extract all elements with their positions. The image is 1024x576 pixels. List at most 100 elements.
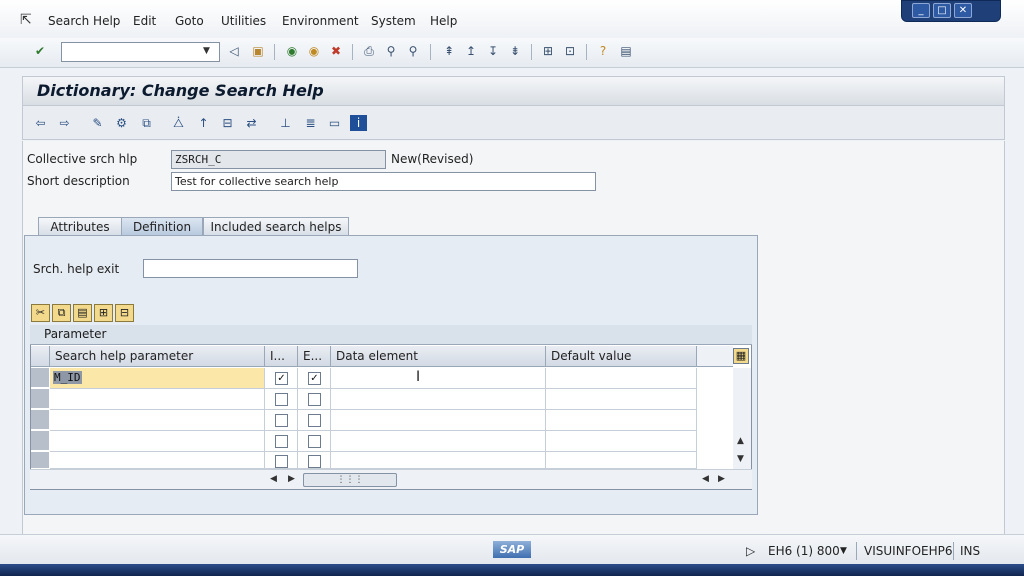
horizontal-scroll-thumb[interactable]: ⋮⋮⋮ — [303, 473, 397, 487]
exit-icon[interactable]: ◉ — [306, 43, 322, 59]
create-session-icon[interactable]: ⊞ — [540, 43, 556, 59]
scroll-right-icon[interactable]: ▶ — [718, 474, 725, 484]
play-icon[interactable]: ▷ — [746, 544, 755, 558]
display-object-icon[interactable]: ≣ — [302, 115, 319, 131]
help-icon[interactable]: ? — [595, 43, 611, 59]
row-selector[interactable] — [31, 410, 49, 430]
column-header-export[interactable]: E... — [298, 346, 331, 367]
tab-attributes[interactable]: Attributes — [38, 217, 122, 236]
data-element-cell[interactable] — [331, 368, 546, 389]
scroll-left-icon[interactable]: ◀ — [702, 474, 709, 484]
default-value-cell[interactable] — [546, 452, 697, 469]
paste-icon[interactable]: ▤ — [73, 304, 92, 322]
scroll-right-icon[interactable]: ▶ — [288, 474, 295, 484]
scroll-down-icon[interactable]: ▼ — [737, 454, 744, 464]
cancel-icon[interactable]: ✖ — [328, 43, 344, 59]
export-checkbox[interactable] — [308, 435, 321, 448]
menu-utilities[interactable]: Utilities — [221, 14, 266, 28]
find-next-icon[interactable]: ⚲ — [405, 43, 421, 59]
row-selector[interactable] — [31, 368, 49, 388]
export-checkbox[interactable] — [308, 393, 321, 406]
where-used-icon[interactable]: ⧊ — [170, 115, 187, 131]
display-change-icon[interactable]: ✎ — [89, 115, 106, 131]
import-checkbox[interactable] — [275, 435, 288, 448]
tab-included-search-helps[interactable]: Included search helps — [203, 217, 349, 236]
export-checkbox[interactable]: ✓ — [308, 372, 321, 385]
data-element-cell[interactable] — [331, 452, 546, 469]
vertical-scrollbar[interactable]: ▲ ▼ — [733, 368, 751, 469]
copy-icon[interactable]: ⧉ — [52, 304, 71, 322]
data-element-cell[interactable] — [331, 410, 546, 431]
menu-search-help[interactable]: Search Help — [48, 14, 120, 28]
parameter-cell[interactable] — [50, 452, 265, 469]
navigate-icon[interactable]: ⇄ — [243, 115, 260, 131]
default-value-cell[interactable] — [546, 410, 697, 431]
cut-icon[interactable]: ✂ — [31, 304, 50, 322]
default-value-cell[interactable] — [546, 431, 697, 452]
row-selector[interactable] — [31, 431, 49, 451]
save-icon[interactable]: ▣ — [250, 43, 266, 59]
menu-goto[interactable]: Goto — [175, 14, 204, 28]
maximize-icon[interactable]: □ — [933, 3, 951, 18]
delete-row-icon[interactable]: ⊟ — [115, 304, 134, 322]
back-triangle-icon[interactable]: ◁ — [226, 43, 242, 59]
menu-exit-icon[interactable]: ⇱ — [20, 12, 32, 28]
menu-edit[interactable]: Edit — [133, 14, 156, 28]
next-page-icon[interactable]: ↧ — [485, 43, 501, 59]
enter-check-icon[interactable]: ✔ — [32, 43, 48, 59]
menu-environment[interactable]: Environment — [282, 14, 359, 28]
object-list-icon[interactable]: ⊟ — [219, 115, 236, 131]
tab-definition[interactable]: Definition — [121, 217, 203, 236]
test-icon[interactable]: ↑ — [195, 115, 212, 131]
command-field[interactable] — [61, 42, 220, 62]
check-icon[interactable]: ⚙ — [113, 115, 130, 131]
close-icon[interactable]: ✕ — [954, 3, 972, 18]
data-element-cell[interactable] — [331, 389, 546, 410]
column-header-data-element[interactable]: Data element — [331, 346, 546, 367]
default-value-cell[interactable] — [546, 368, 697, 389]
previous-object-icon[interactable]: ⇦ — [32, 115, 49, 131]
parameter-cell[interactable] — [50, 431, 265, 452]
previous-page-icon[interactable]: ↥ — [463, 43, 479, 59]
column-header-import[interactable]: I... — [265, 346, 298, 367]
data-element-cell[interactable] — [331, 431, 546, 452]
back-icon[interactable]: ◉ — [284, 43, 300, 59]
shortcut-icon[interactable]: ⊡ — [562, 43, 578, 59]
minimize-icon[interactable]: _ — [912, 3, 930, 18]
parameter-cell[interactable]: M_ID — [50, 368, 265, 389]
first-page-icon[interactable]: ⇞ — [441, 43, 457, 59]
technical-settings-icon[interactable]: ▭ — [326, 115, 343, 131]
activate-icon[interactable]: ⧉ — [138, 115, 155, 131]
chevron-down-icon[interactable]: ▼ — [203, 46, 210, 56]
insert-row-icon[interactable]: ⊞ — [94, 304, 113, 322]
print-icon[interactable]: ⎙ — [361, 43, 377, 59]
import-checkbox[interactable] — [275, 393, 288, 406]
info-icon[interactable]: i — [350, 115, 367, 131]
row-selector[interactable] — [31, 389, 49, 409]
column-header-default-value[interactable]: Default value — [546, 346, 697, 367]
scroll-left-icon[interactable]: ◀ — [270, 474, 277, 484]
row-selector[interactable] — [31, 452, 49, 469]
export-checkbox[interactable] — [308, 414, 321, 427]
import-checkbox[interactable] — [275, 414, 288, 427]
scroll-up-icon[interactable]: ▲ — [737, 436, 744, 446]
menu-help[interactable]: Help — [430, 14, 457, 28]
customize-layout-icon[interactable]: ▤ — [618, 43, 634, 59]
export-checkbox[interactable] — [308, 455, 321, 468]
last-page-icon[interactable]: ⇟ — [507, 43, 523, 59]
import-checkbox[interactable] — [275, 455, 288, 468]
parameter-cell[interactable] — [50, 410, 265, 431]
column-header-parameter[interactable]: Search help parameter — [50, 346, 265, 367]
select-all-header[interactable] — [31, 346, 50, 367]
chevron-down-icon[interactable]: ▼ — [840, 546, 847, 556]
parameter-cell[interactable] — [50, 389, 265, 410]
find-icon[interactable]: ⚲ — [383, 43, 399, 59]
import-checkbox[interactable]: ✓ — [275, 372, 288, 385]
default-value-cell[interactable] — [546, 389, 697, 410]
next-object-icon[interactable]: ⇨ — [56, 115, 73, 131]
column-settings-icon[interactable]: ▦ — [733, 348, 749, 364]
short-description-input[interactable]: Test for collective search help — [171, 172, 596, 191]
hierarchy-icon[interactable]: ⊥ — [277, 115, 294, 131]
search-help-exit-input[interactable] — [143, 259, 358, 278]
menu-system[interactable]: System — [371, 14, 416, 28]
